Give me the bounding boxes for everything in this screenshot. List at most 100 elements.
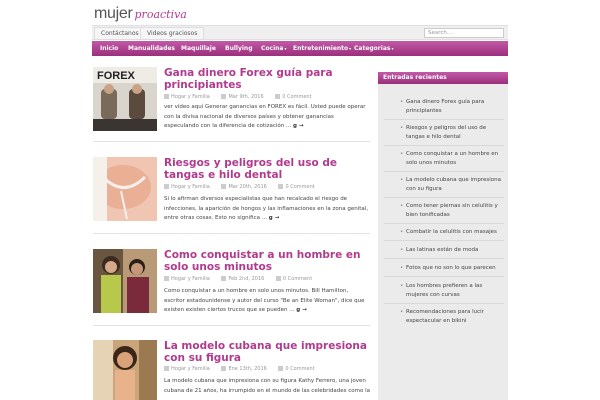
list-divider [384,145,504,146]
post-meta: Hogar y Familia Ene 13th, 2016 0 Comment [164,365,370,374]
post-divider [93,325,370,326]
top-link-videos-graciosos[interactable]: Videos graciosos [140,27,205,40]
post-thumbnail[interactable]: FOREX [93,67,157,131]
post-comments[interactable]: 0 Comment [283,276,312,282]
recent-post-link[interactable]: Riesgos y peligros del uso de tangas e h… [378,124,508,142]
folder-icon [164,276,169,281]
list-divider [384,223,504,224]
post-title[interactable]: Como conquistar a un hombre en solo unos… [164,249,370,273]
nav-label: Cocina [261,45,284,52]
logo-text-mujer: mujer [94,5,133,22]
nav-item-cocina[interactable]: Cocina▾ [261,41,286,56]
thumb-text-forex: FOREX [97,70,136,82]
recent-post-link[interactable]: Los hombres prefieren a las mujeres con … [378,282,508,300]
recent-post-link[interactable]: La modelo cubana que impresiona con su f… [378,176,508,194]
post-thumbnail[interactable] [93,340,157,400]
post-date: Feb 2nd, 2016 [228,276,265,282]
widget-title: Entradas recientes [378,72,508,84]
post-excerpt-text: La modelo cubana que impresiona con su f… [164,378,370,394]
post-meta: Hogar y Familia Mar 20th, 2016 0 Comment [164,183,370,192]
comment-icon [278,366,284,371]
tanga-photo [93,157,157,221]
post-excerpt: Como conquistar a un hombre en solo unos… [164,287,370,316]
recent-post-link[interactable]: Como conquistar a un hombre en solo unos… [378,150,508,168]
list-divider [384,197,504,198]
post-category[interactable]: Hogar y Familia [171,366,210,372]
chevron-down-icon: ▾ [391,46,394,51]
post-meta: Hogar y Familia Feb 2nd, 2016 0 Comment [164,275,370,284]
main-nav: Inicio Manualidades Maquillaje Bullying … [92,41,508,56]
calendar-icon [221,94,227,99]
post-comments[interactable]: 0 Comment [282,94,311,100]
nav-label: Entretenimiento [293,45,349,52]
nav-item-inicio[interactable]: Inicio [100,41,118,56]
folder-icon [164,184,169,189]
calendar-icon [221,366,227,371]
folder-icon [164,94,169,99]
recent-post-link[interactable]: Fotos que no son lo que parecen [378,264,508,273]
nav-item-categorias[interactable]: Categorias▾ [354,41,393,56]
post-excerpt-text: ver vídeo aquí Generar ganancias en FORE… [164,104,366,129]
read-more-link[interactable]: g → [293,123,303,129]
post-comments[interactable]: 0 Comment [285,366,314,372]
post-title[interactable]: Gana dinero Forex guía para principiante… [164,67,370,91]
chevron-down-icon: ▾ [349,46,352,51]
post-divider [93,141,370,142]
recent-posts-widget: Entradas recientes Gana dinero Forex guí… [378,72,508,400]
post-date: Mar 9th, 2016 [228,94,264,100]
post-thumbnail[interactable] [93,249,157,313]
comment-icon [278,184,284,189]
recent-post-link[interactable]: Combatir la celulitis con masajes [378,228,508,237]
post-category[interactable]: Hogar y Familia [171,184,210,190]
model-photo [93,340,157,400]
recent-post-link[interactable]: Como tener piernas sin celulitis y bien … [378,202,508,220]
nav-label: Manualidades [128,45,176,52]
post-excerpt: ver vídeo aquí Generar ganancias en FORE… [164,103,370,132]
site-logo[interactable]: mujer proactiva [94,5,187,23]
nav-label: Inicio [100,45,119,52]
post-date: Mar 20th, 2016 [228,184,267,190]
post-category[interactable]: Hogar y Familia [171,94,210,100]
forex-men-photo: FOREX [93,67,157,131]
post-divider [93,233,370,234]
chevron-down-icon: ▾ [284,46,287,51]
post-thumbnail[interactable] [93,157,157,221]
post-title[interactable]: Riesgos y peligros del uso de tangas e h… [164,157,370,181]
post-meta: Hogar y Familia Mar 9th, 2016 0 Comment [164,93,370,102]
post-category[interactable]: Hogar y Familia [171,276,210,282]
logo-text-proactiva: proactiva [134,8,187,21]
list-divider [384,258,504,259]
list-divider [384,171,504,172]
list-divider [384,276,504,277]
calendar-icon [221,184,227,189]
recent-post-link[interactable]: Recomendaciones para lucir espectacular … [378,308,508,326]
search-input[interactable]: Search... [424,28,504,38]
post-excerpt: La modelo cubana que impresiona con su f… [164,377,370,400]
nav-label: Categorias [354,45,391,52]
top-link-contactanos[interactable]: Contáctanos [94,27,146,40]
read-more-link[interactable]: g → [269,215,279,221]
list-divider [384,119,504,120]
post-excerpt-text: Como conquistar a un hombre en solo unos… [164,288,365,313]
list-divider [384,240,504,241]
read-more-link[interactable]: g → [296,307,306,313]
post-title[interactable]: La modelo cubana que impresiona con su f… [164,340,370,364]
folder-icon [164,366,169,371]
post-excerpt: Si lo afirman diversos especialistas que… [164,195,370,224]
recent-post-link[interactable]: Gana dinero Forex guía para principiante… [378,98,508,116]
nav-item-bullying[interactable]: Bullying [225,41,253,56]
post-date: Ene 13th, 2016 [228,366,267,372]
couple-photo [93,249,157,313]
nav-item-entretenimiento[interactable]: Entretenimiento▾ [293,41,351,56]
nav-item-maquillaje[interactable]: Maquillaje [181,41,216,56]
comment-icon [275,94,281,99]
nav-label: Maquillaje [181,45,216,52]
top-bar: Contáctanos Videos graciosos Search... [92,25,508,40]
calendar-icon [221,276,227,281]
nav-label: Bullying [225,45,253,52]
comment-icon [275,276,281,281]
post-comments[interactable]: 0 Comment [285,184,314,190]
post-excerpt-text: Si lo afirman diversos especialistas que… [164,196,369,221]
nav-item-manualidades[interactable]: Manualidades [128,41,175,56]
recent-post-link[interactable]: Las latinas están de moda [378,246,508,255]
